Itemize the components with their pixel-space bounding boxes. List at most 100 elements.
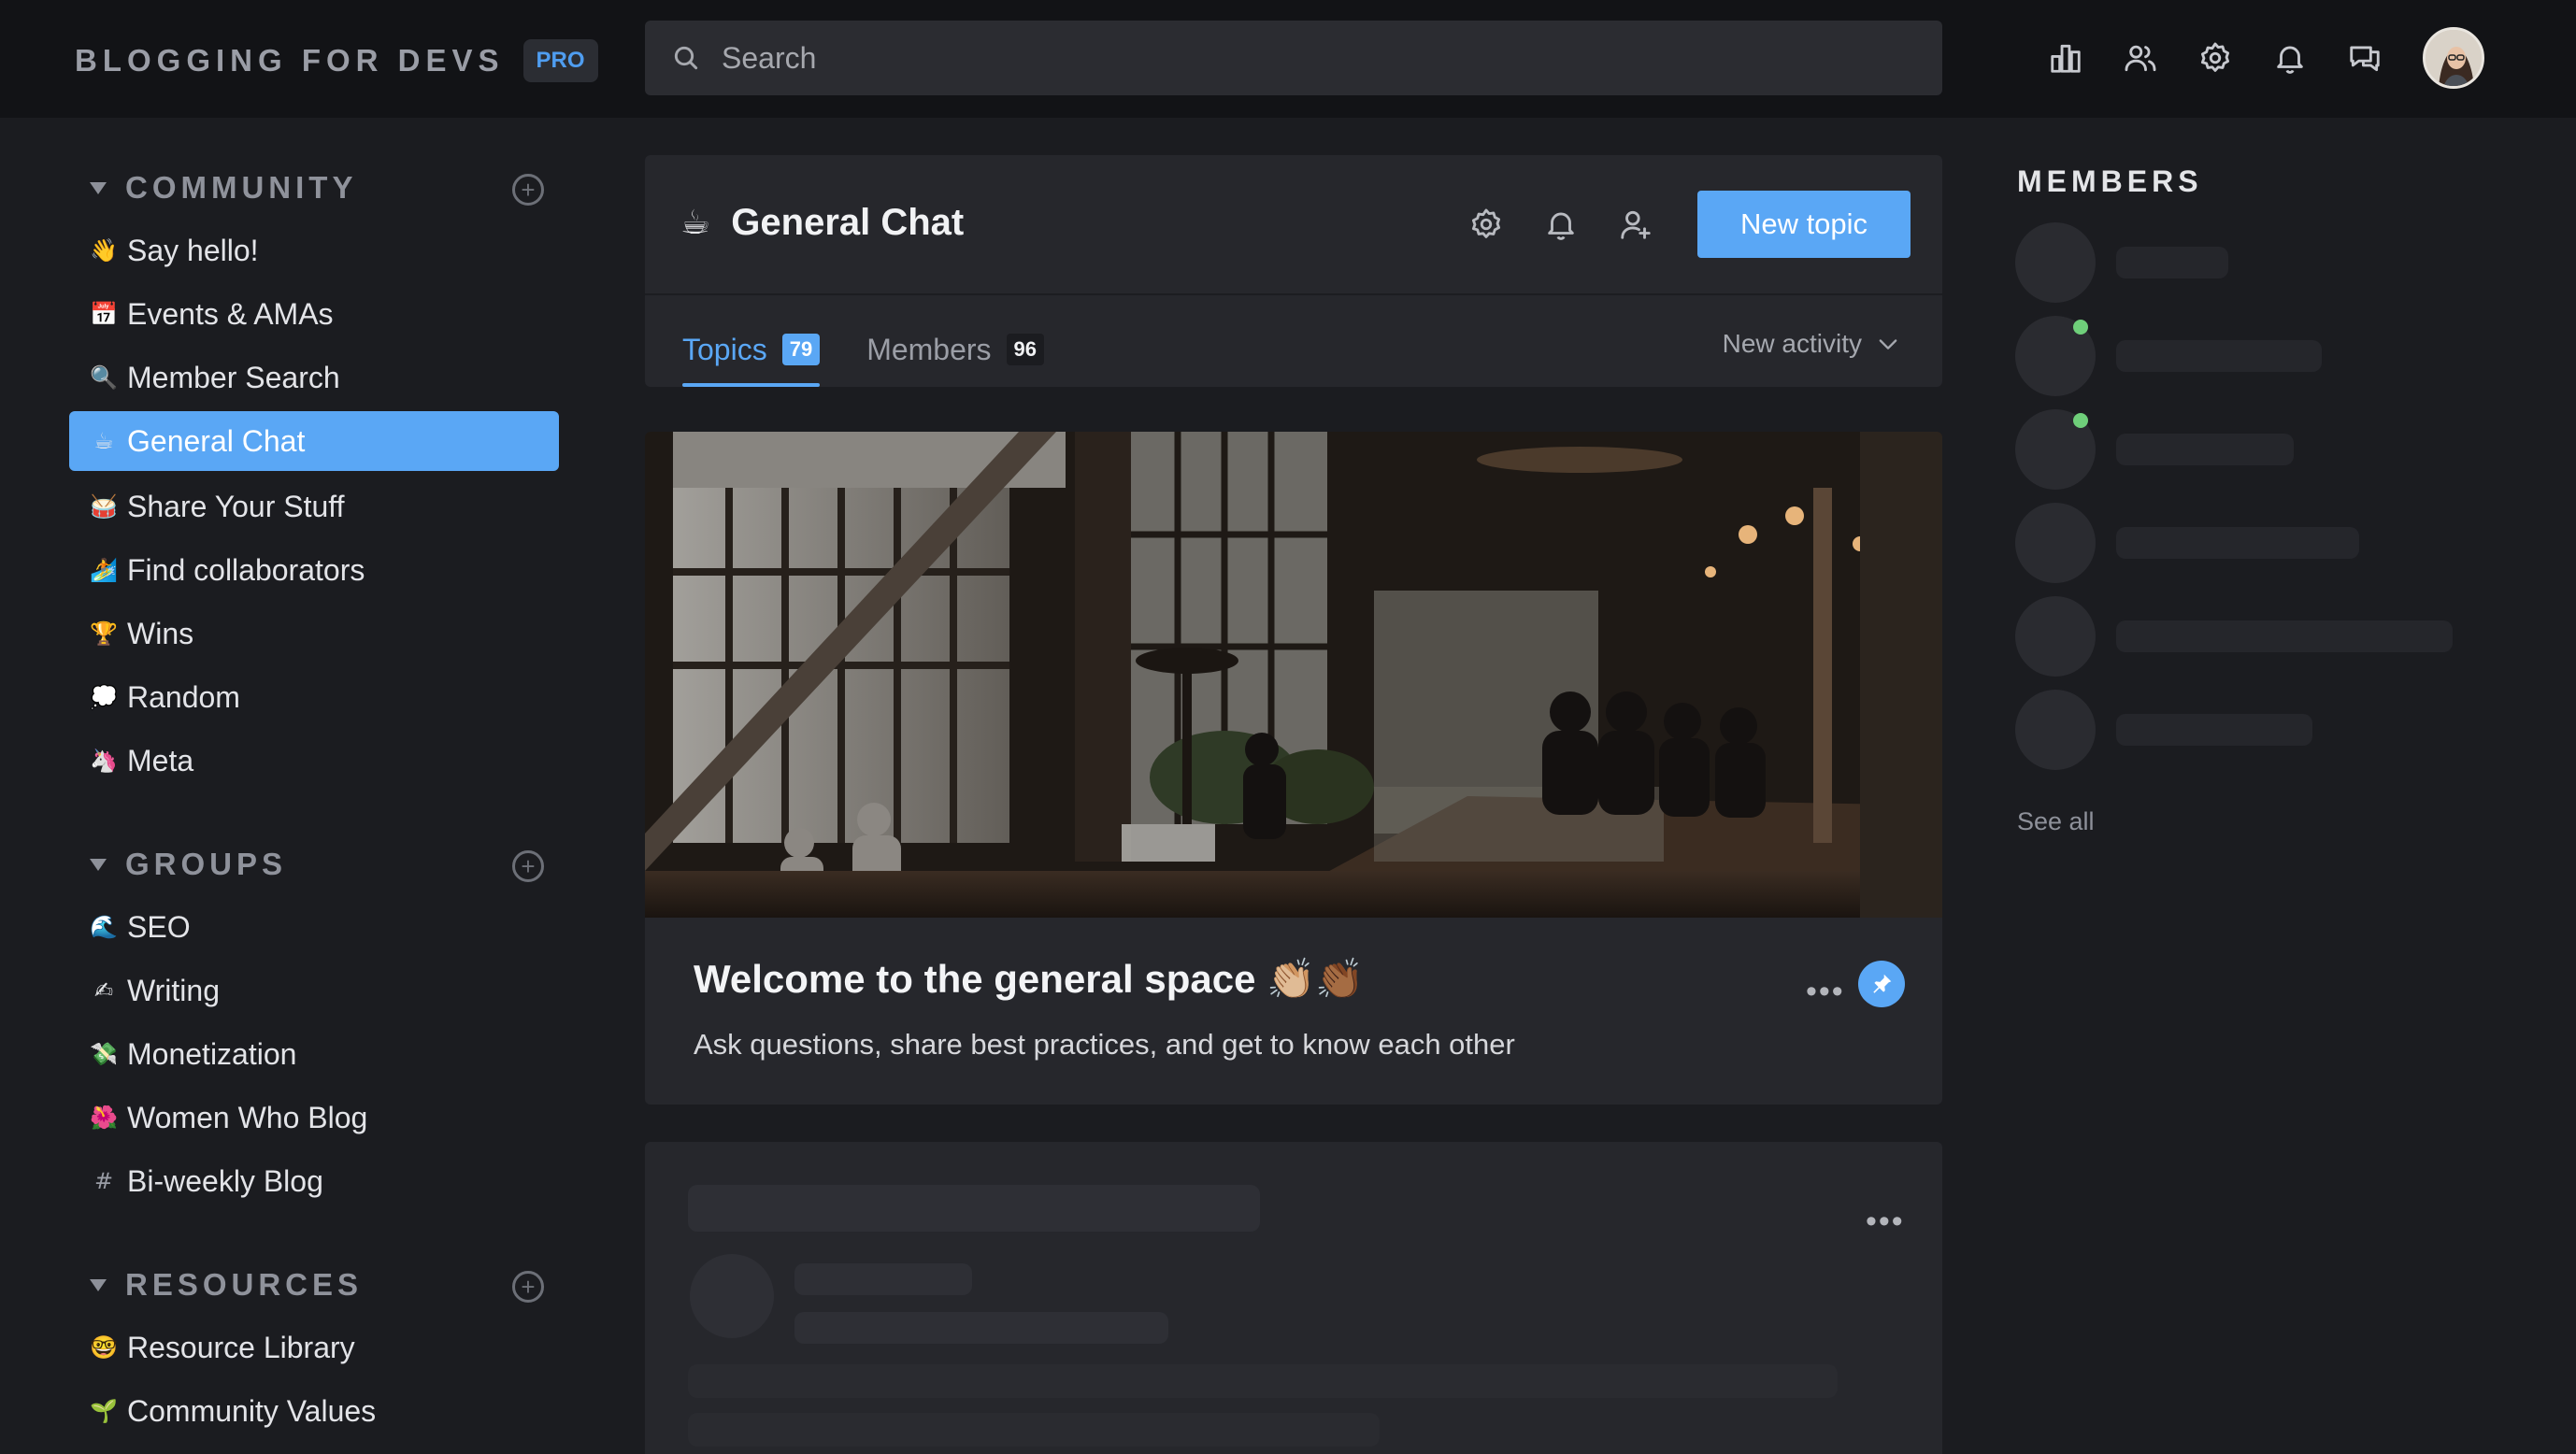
section-title: RESOURCES	[125, 1267, 364, 1302]
member-name-placeholder	[2116, 714, 2312, 746]
pin-icon[interactable]	[1858, 961, 1905, 1007]
channel-settings-icon[interactable]	[1467, 206, 1505, 243]
section-community[interactable]: COMMUNITY	[90, 170, 357, 206]
members-icon[interactable]	[2118, 36, 2163, 80]
skeleton-avatar	[690, 1254, 774, 1338]
add-group-icon[interactable]: +	[512, 850, 544, 882]
search-bar[interactable]	[645, 21, 1942, 95]
brand-name[interactable]: BLOGGING FOR DEVS	[75, 43, 505, 78]
channel-actions: New topic	[1467, 191, 1911, 258]
add-resource-icon[interactable]: +	[512, 1271, 544, 1303]
sidebar-item-monetization[interactable]: 💸 Monetization	[69, 1024, 559, 1084]
top-bar: BLOGGING FOR DEVS PRO	[0, 0, 2576, 118]
sidebar-item-share-your-stuff[interactable]: 🥁 Share Your Stuff	[69, 477, 559, 536]
more-options-icon[interactable]: •••	[1866, 1204, 1905, 1240]
sidebar-item-random[interactable]: 💭 Random	[69, 667, 559, 727]
sidebar-item-label: Events & AMAs	[127, 296, 334, 331]
search-input[interactable]	[722, 40, 1843, 76]
section-title: GROUPS	[125, 847, 288, 881]
sidebar-item-label: SEO	[127, 909, 191, 944]
sidebar-item-label: Random	[127, 679, 240, 714]
post-cover-image	[645, 432, 1942, 918]
pro-badge: PRO	[522, 39, 598, 82]
channel-title-row: ☕ General Chat	[680, 202, 964, 244]
sidebar-item-label: General Chat	[127, 423, 306, 458]
notifications-icon[interactable]	[2268, 36, 2312, 80]
sidebar-item-resource-library[interactable]: 🤓 Resource Library	[69, 1318, 559, 1377]
member-avatar[interactable]	[2015, 503, 2096, 583]
thought-bubble-icon: 💭	[90, 684, 118, 710]
user-avatar[interactable]	[2423, 27, 2484, 89]
skeleton-line	[794, 1263, 972, 1295]
new-topic-button[interactable]: New topic	[1697, 191, 1911, 258]
sidebar-item-say-hello[interactable]: 👋 Say hello!	[69, 221, 559, 280]
topics-count-badge: 79	[781, 334, 821, 365]
seedling-icon: 🌱	[90, 1398, 118, 1424]
brand[interactable]: BLOGGING FOR DEVS PRO	[75, 39, 598, 82]
section-title: COMMUNITY	[125, 170, 358, 205]
sidebar-item-label: Say hello!	[127, 233, 259, 267]
sidebar-item-label: Find collaborators	[127, 552, 365, 587]
hibiscus-icon: 🌺	[90, 1105, 118, 1131]
wave-icon: 🌊	[90, 914, 118, 940]
sidebar-item-events[interactable]: 📅 Events & AMAs	[69, 284, 559, 344]
sidebar-item-bi-weekly-blog[interactable]: # Bi-weekly Blog	[69, 1151, 559, 1211]
sidebar-item-meta[interactable]: 🦄 Meta	[69, 731, 559, 791]
member-avatar[interactable]	[2015, 690, 2096, 770]
section-groups[interactable]: GROUPS	[90, 847, 287, 882]
skeleton-line	[688, 1413, 1380, 1447]
tab-members[interactable]: Members 96	[866, 329, 1045, 370]
waving-hand-icon: 👋	[90, 237, 118, 264]
online-indicator	[2073, 413, 2088, 428]
members-count-badge: 96	[1006, 334, 1045, 365]
sidebar-item-seo[interactable]: 🌊 SEO	[69, 897, 559, 957]
divider	[645, 293, 1942, 295]
add-channel-icon[interactable]: +	[512, 174, 544, 206]
pinned-post-card[interactable]: Welcome to the general space 👏🏼👏🏾 Ask qu…	[645, 432, 1942, 1105]
channel-tabs: Topics 79 Members 96	[682, 329, 1091, 387]
tab-label: Topics	[682, 332, 767, 366]
more-options-icon[interactable]: •••	[1806, 974, 1845, 1010]
sidebar-item-label: Member Search	[127, 360, 340, 394]
sidebar-item-writing[interactable]: ✍ Writing	[69, 961, 559, 1020]
coffee-icon: ☕	[93, 428, 114, 454]
skeleton-line	[688, 1364, 1838, 1398]
sidebar-item-label: Community Values	[127, 1393, 377, 1428]
sidebar-item-general-chat[interactable]: ☕ General Chat	[69, 411, 559, 471]
member-name-placeholder	[2116, 340, 2322, 372]
caret-down-icon	[90, 181, 107, 194]
channel-header: ☕ General Chat New topic Topics 79 Membe…	[645, 155, 1942, 387]
unicorn-icon: 🦄	[90, 748, 118, 774]
leaderboard-icon[interactable]	[2043, 36, 2088, 80]
sort-label: New activity	[1722, 329, 1862, 358]
drum-icon: 🥁	[90, 493, 118, 520]
calendar-icon: 📅	[90, 301, 118, 327]
sidebar-item-women-who-blog[interactable]: 🌺 Women Who Blog	[69, 1088, 559, 1148]
left-sidebar: COMMUNITY + 👋 Say hello! 📅 Events & AMAs…	[0, 118, 617, 1454]
member-name-placeholder	[2116, 620, 2453, 652]
see-all-members-link[interactable]: See all	[2017, 807, 2095, 836]
surfer-icon: 🏄	[90, 557, 118, 583]
search-icon	[674, 46, 698, 70]
messages-icon[interactable]	[2342, 36, 2387, 80]
caret-down-icon	[90, 858, 107, 871]
sidebar-item-find-collaborators[interactable]: 🏄 Find collaborators	[69, 540, 559, 600]
channel-notifications-icon[interactable]	[1542, 206, 1580, 243]
magnifier-icon: 🔍	[90, 364, 118, 391]
post-title[interactable]: Welcome to the general space 👏🏼👏🏾	[694, 957, 1365, 1003]
sidebar-item-member-search[interactable]: 🔍 Member Search	[69, 348, 559, 407]
sidebar-item-wins[interactable]: 🏆 Wins	[69, 604, 559, 663]
sort-dropdown[interactable]: New activity	[1723, 329, 1901, 359]
sidebar-item-community-values[interactable]: 🌱 Community Values	[69, 1381, 559, 1441]
sidebar-item-label: Wins	[127, 616, 194, 650]
member-name-placeholder	[2116, 527, 2359, 559]
settings-icon[interactable]	[2193, 36, 2238, 80]
sidebar-item-label: Women Who Blog	[127, 1100, 368, 1134]
invite-member-icon[interactable]	[1617, 206, 1654, 243]
sidebar-item-label: Resource Library	[127, 1330, 355, 1364]
member-avatar[interactable]	[2015, 222, 2096, 303]
member-avatar[interactable]	[2015, 596, 2096, 677]
section-resources[interactable]: RESOURCES	[90, 1267, 363, 1303]
nerd-face-icon: 🤓	[90, 1334, 118, 1361]
tab-topics[interactable]: Topics 79	[682, 329, 821, 387]
